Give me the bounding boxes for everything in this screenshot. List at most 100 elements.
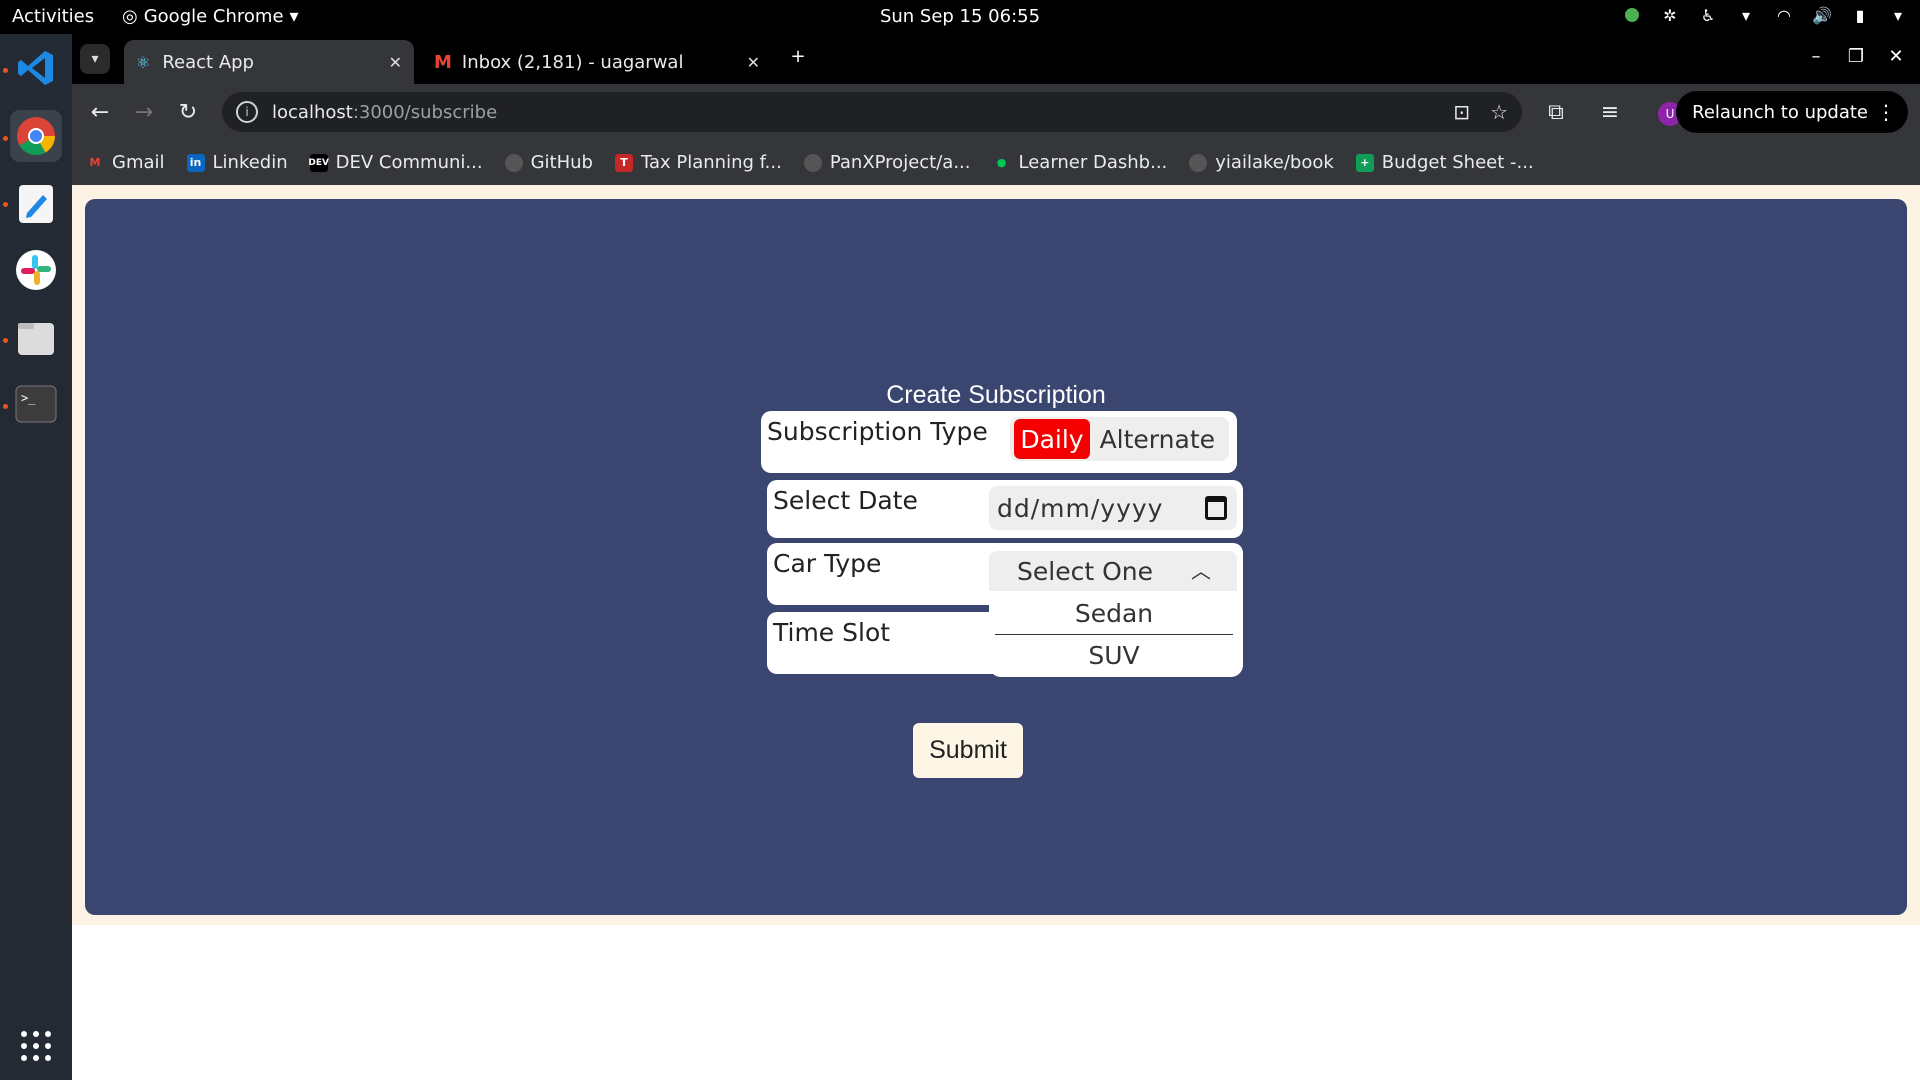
- extension-tray-icon[interactable]: ✲: [1660, 5, 1680, 25]
- system-menu-chevron-icon[interactable]: ▾: [1888, 5, 1908, 25]
- car-type-label: Car Type: [773, 549, 882, 578]
- show-apps-grid-icon[interactable]: [10, 1020, 62, 1072]
- date-input[interactable]: dd/mm/yyyy: [989, 486, 1237, 530]
- bookmark-label: Learner Dashb...: [1018, 152, 1168, 173]
- gmail-favicon-icon: M: [434, 51, 452, 73]
- bookmark-label: Gmail: [112, 152, 165, 173]
- update-shield-icon[interactable]: [1622, 5, 1642, 25]
- bookmark-label: Tax Planning f...: [640, 152, 782, 173]
- tab-strip: ▾ ⚛ React App ✕ M Inbox (2,181) - uagarw…: [72, 34, 1920, 84]
- form-title: Create Subscription: [886, 381, 1106, 409]
- bookmark-star-icon[interactable]: ☆: [1490, 100, 1508, 124]
- relaunch-label: Relaunch to update: [1692, 101, 1868, 123]
- car-type-dropdown-menu: Sedan SUV: [989, 591, 1243, 677]
- clock[interactable]: Sun Sep 15 06:55: [880, 6, 1040, 27]
- bookmark-label: Linkedin: [212, 152, 288, 173]
- activities-button[interactable]: Activities: [12, 6, 94, 27]
- bookmark-label: PanXProject/a...: [829, 152, 971, 173]
- bookmark-tax-planning[interactable]: T Tax Planning f...: [614, 152, 782, 173]
- leaf-icon: ●: [996, 156, 1007, 169]
- media-controls-icon[interactable]: ≡: [1596, 98, 1624, 126]
- files-icon[interactable]: [10, 312, 62, 364]
- url-host: localhost: [272, 101, 353, 123]
- minimize-icon[interactable]: –: [1802, 46, 1830, 67]
- close-tab-icon[interactable]: ✕: [747, 53, 760, 72]
- browser-window: ▾ ⚛ React App ✕ M Inbox (2,181) - uagarw…: [72, 34, 1920, 185]
- chevron-down-icon[interactable]: ▾: [1736, 5, 1756, 25]
- vscode-icon[interactable]: [10, 42, 62, 94]
- page-viewport: Create Subscription Subscription Type Da…: [72, 185, 1920, 1080]
- linkedin-icon: in: [186, 153, 205, 172]
- svg-text:>_: >_: [21, 391, 36, 405]
- relaunch-button[interactable]: Relaunch to update ⋮: [1676, 91, 1908, 133]
- car-option-sedan[interactable]: Sedan: [989, 593, 1239, 633]
- tab-title: Inbox (2,181) - uagarwal: [461, 51, 682, 73]
- bookmark-budget-sheet[interactable]: + Budget Sheet -...: [1355, 152, 1534, 173]
- app-menu-label: Google Chrome: [143, 6, 284, 27]
- subscription-panel: Create Subscription Subscription Type Da…: [85, 199, 1907, 915]
- select-date-label: Select Date: [773, 486, 918, 515]
- slack-icon[interactable]: [10, 244, 62, 296]
- chrome-icon[interactable]: [10, 110, 62, 162]
- subscription-type-label: Subscription Type: [767, 417, 988, 446]
- tax-planning-icon: T: [614, 153, 633, 172]
- terminal-icon[interactable]: >_: [10, 378, 62, 430]
- select-date-row: Select Date dd/mm/yyyy: [767, 480, 1243, 538]
- sheets-plus-icon: +: [1355, 153, 1374, 172]
- address-bar[interactable]: i localhost:3000/subscribe ⊡ ☆: [222, 92, 1522, 132]
- bookmark-learner-dashboard[interactable]: ● Learner Dashb...: [993, 152, 1168, 173]
- github-icon: [803, 153, 822, 172]
- back-arrow-icon[interactable]: ←: [86, 98, 114, 126]
- more-vert-icon[interactable]: ⋮: [1876, 100, 1896, 124]
- text-editor-icon[interactable]: [10, 178, 62, 230]
- tab-title: React App: [162, 51, 254, 73]
- volume-icon[interactable]: 🔊: [1812, 5, 1832, 25]
- bookmark-dev[interactable]: DEV DEV Communi...: [308, 152, 482, 173]
- car-type-select[interactable]: Select One ︿: [989, 551, 1237, 591]
- date-placeholder: dd/mm/yyyy: [997, 493, 1164, 523]
- bookmark-gmail[interactable]: M Gmail: [86, 152, 165, 173]
- install-app-icon[interactable]: ⊡: [1453, 100, 1470, 124]
- github-icon: [504, 153, 523, 172]
- browser-toolbar: ← → ↻ i localhost:3000/subscribe ⊡ ☆ ⧉ ≡…: [72, 84, 1920, 140]
- subscription-type-row: Subscription Type Daily Alternate: [761, 411, 1237, 473]
- gmail-icon: M: [89, 156, 101, 169]
- tab-react-app[interactable]: ⚛ React App ✕: [124, 40, 414, 84]
- battery-icon[interactable]: ▮: [1850, 5, 1870, 25]
- car-option-suv[interactable]: SUV: [989, 635, 1239, 675]
- subscription-type-toggle: Daily Alternate: [1010, 417, 1229, 461]
- daily-option[interactable]: Daily: [1014, 419, 1090, 459]
- accessibility-icon[interactable]: ♿: [1698, 5, 1718, 25]
- alternate-option[interactable]: Alternate: [1090, 419, 1225, 459]
- wifi-icon[interactable]: ◠: [1774, 5, 1794, 25]
- bookmark-linkedin[interactable]: in Linkedin: [186, 152, 288, 173]
- forward-arrow-icon[interactable]: →: [130, 98, 158, 126]
- reload-icon[interactable]: ↻: [174, 98, 202, 126]
- new-tab-plus-icon[interactable]: +: [784, 46, 812, 67]
- tab-inbox[interactable]: M Inbox (2,181) - uagarwal ✕: [422, 40, 772, 84]
- close-window-icon[interactable]: ✕: [1882, 46, 1910, 67]
- extensions-puzzle-icon[interactable]: ⧉: [1542, 98, 1570, 126]
- app-menu[interactable]: ◎ Google Chrome ▾: [122, 6, 299, 27]
- chrome-small-icon: ◎: [122, 6, 138, 27]
- dev-icon: DEV: [308, 153, 329, 172]
- bookmark-yiailake-book[interactable]: yiailake/book: [1189, 152, 1334, 173]
- system-top-bar: Activities ◎ Google Chrome ▾ Sun Sep 15 …: [0, 0, 1920, 34]
- site-info-icon[interactable]: i: [236, 101, 258, 123]
- chevron-down-icon: ▾: [289, 6, 299, 27]
- react-favicon-icon: ⚛: [136, 52, 151, 72]
- chevron-up-icon: ︿: [1191, 559, 1211, 583]
- submit-button[interactable]: Submit: [913, 723, 1023, 778]
- bookmark-github[interactable]: GitHub: [504, 152, 593, 173]
- calendar-icon[interactable]: [1205, 496, 1227, 520]
- bookmark-panxproject[interactable]: PanXProject/a...: [803, 152, 971, 173]
- dock: >_: [0, 34, 72, 1080]
- tab-search-chevron-icon[interactable]: ▾: [80, 44, 110, 74]
- bookmarks-bar: M Gmail in Linkedin DEV DEV Communi... GitH…: [72, 140, 1920, 185]
- time-slot-label: Time Slot: [773, 618, 891, 647]
- restore-icon[interactable]: ❐: [1842, 46, 1870, 67]
- url-path: :3000/subscribe: [352, 101, 498, 123]
- bookmark-label: yiailake/book: [1215, 152, 1334, 173]
- close-tab-icon[interactable]: ✕: [389, 53, 402, 72]
- bookmark-label: Budget Sheet -...: [1381, 152, 1534, 173]
